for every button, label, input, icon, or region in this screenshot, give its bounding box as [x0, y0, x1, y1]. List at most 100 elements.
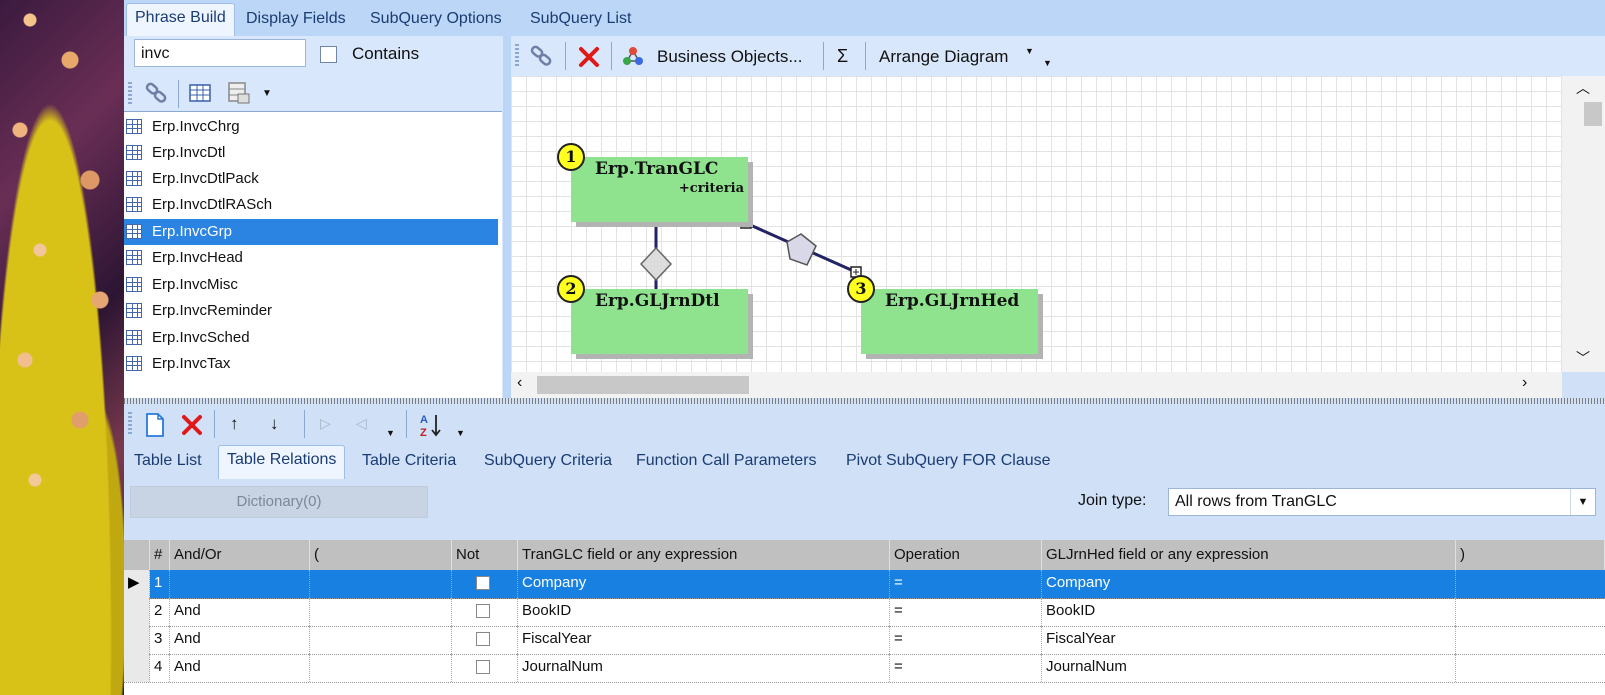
- table-row[interactable]: 3 And FiscalYear = FiscalYear: [124, 626, 1605, 655]
- scroll-up-icon[interactable]: ︿: [1576, 78, 1590, 98]
- operation-cell[interactable]: =: [890, 654, 1042, 682]
- tab-phrase-build[interactable]: Phrase Build: [126, 3, 235, 37]
- indent-right-icon[interactable]: ▷: [320, 415, 331, 432]
- list-item[interactable]: Erp.InvcDtlPack: [124, 166, 498, 192]
- list-item[interactable]: Erp.InvcMisc: [124, 272, 498, 298]
- table-icon: [126, 330, 142, 345]
- tab-subquery-criteria[interactable]: SubQuery Criteria: [476, 448, 620, 476]
- grid-header-num[interactable]: #: [150, 540, 170, 570]
- operation-cell[interactable]: =: [890, 570, 1042, 598]
- diagram-node-trangl[interactable]: Erp.TranGLC +criteria: [571, 157, 748, 222]
- table-row[interactable]: 2 And BookID = BookID: [124, 598, 1605, 627]
- table-row-selected[interactable]: ▶ 1 Company = Company: [124, 570, 1605, 599]
- andor-cell[interactable]: [170, 570, 310, 598]
- link-icon[interactable]: [529, 43, 555, 69]
- tab-table-list[interactable]: Table List: [126, 448, 210, 476]
- scroll-left-icon[interactable]: ‹: [517, 374, 522, 392]
- not-checkbox[interactable]: [476, 660, 490, 674]
- list-item[interactable]: Erp.InvcChrg: [124, 114, 498, 140]
- dictionary-button[interactable]: Dictionary(0): [130, 486, 428, 518]
- sigma-button[interactable]: Σ: [837, 46, 848, 67]
- join-type-select[interactable]: All rows from TranGLC ▼: [1168, 488, 1596, 516]
- indent-left-icon[interactable]: ◁: [356, 415, 367, 432]
- open-paren-cell[interactable]: [310, 570, 452, 598]
- scroll-right-icon[interactable]: ›: [1522, 374, 1527, 392]
- panel-splitter[interactable]: [503, 36, 511, 402]
- list-item[interactable]: Erp.InvcDtl: [124, 140, 498, 166]
- tab-display-fields[interactable]: Display Fields: [238, 6, 354, 34]
- left-field-cell[interactable]: FiscalYear: [518, 626, 890, 654]
- sort-az-icon[interactable]: A Z: [418, 412, 446, 438]
- not-checkbox[interactable]: [476, 604, 490, 618]
- operation-cell[interactable]: =: [890, 598, 1042, 626]
- grid-header-andor[interactable]: And/Or: [170, 540, 310, 570]
- open-paren-cell[interactable]: [310, 598, 452, 626]
- link-icon[interactable]: [144, 80, 170, 106]
- left-field-cell[interactable]: Company: [518, 570, 890, 598]
- chevron-down-icon[interactable]: ▼: [262, 88, 272, 99]
- caret-down-icon[interactable]: ▼: [1025, 46, 1034, 56]
- list-item[interactable]: Erp.InvcTax: [124, 351, 498, 377]
- query-diagram-canvas[interactable]: Erp.TranGLC +criteria 1 Erp.GLJrnDtl 2 E…: [511, 76, 1562, 372]
- chevron-down-icon[interactable]: ▼: [1043, 58, 1052, 68]
- tab-function-call-parameters[interactable]: Function Call Parameters: [628, 448, 825, 476]
- scroll-down-icon[interactable]: ﹀: [1576, 348, 1590, 368]
- right-field-cell[interactable]: BookID: [1042, 598, 1456, 626]
- table-grid-icon[interactable]: [188, 82, 212, 104]
- right-field-cell[interactable]: FiscalYear: [1042, 626, 1456, 654]
- move-up-icon[interactable]: ↑: [230, 414, 239, 434]
- list-item[interactable]: Erp.InvcHead: [124, 245, 498, 271]
- list-item[interactable]: Erp.InvcDtlRASch: [124, 192, 498, 218]
- close-paren-cell[interactable]: [1456, 570, 1605, 598]
- operation-cell[interactable]: =: [890, 626, 1042, 654]
- not-checkbox[interactable]: [476, 576, 490, 590]
- new-document-icon[interactable]: [144, 412, 166, 438]
- left-field-cell[interactable]: JournalNum: [518, 654, 890, 682]
- list-item[interactable]: Erp.InvcReminder: [124, 298, 498, 324]
- tab-table-criteria[interactable]: Table Criteria: [354, 448, 464, 476]
- horizontal-scrollbar[interactable]: ‹ ›: [511, 372, 1562, 398]
- dropdown-arrow-icon[interactable]: ▼: [1570, 489, 1595, 515]
- move-down-icon[interactable]: ↓: [270, 414, 279, 434]
- business-objects-icon[interactable]: [621, 45, 645, 69]
- left-field-cell[interactable]: BookID: [518, 598, 890, 626]
- tab-pivot-subquery-for-clause[interactable]: Pivot SubQuery FOR Clause: [838, 448, 1059, 476]
- open-paren-cell[interactable]: [310, 626, 452, 654]
- grid-header-not[interactable]: Not: [452, 540, 518, 570]
- list-item-selected[interactable]: Erp.InvcGrp: [124, 219, 498, 245]
- tab-subquery-options[interactable]: SubQuery Options: [362, 6, 510, 34]
- chevron-down-icon[interactable]: ▼: [386, 428, 395, 438]
- vertical-scrollbar[interactable]: ︿ ﹀: [1562, 76, 1605, 372]
- andor-cell[interactable]: And: [170, 626, 310, 654]
- grid-header-left-field[interactable]: TranGLC field or any expression: [518, 540, 890, 570]
- business-objects-button[interactable]: Business Objects...: [657, 47, 803, 67]
- close-paren-cell[interactable]: [1456, 598, 1605, 626]
- close-paren-cell[interactable]: [1456, 654, 1605, 682]
- grid-header-close-paren[interactable]: ): [1456, 540, 1605, 570]
- arrange-diagram-button[interactable]: Arrange Diagram: [879, 47, 1008, 67]
- table-row[interactable]: 4 And JournalNum = JournalNum: [124, 654, 1605, 683]
- table-export-icon[interactable]: [226, 80, 254, 106]
- scroll-thumb[interactable]: [537, 376, 749, 394]
- contains-checkbox[interactable]: [320, 46, 337, 63]
- open-paren-cell[interactable]: [310, 654, 452, 682]
- tab-table-relations[interactable]: Table Relations: [218, 445, 346, 479]
- not-checkbox[interactable]: [476, 632, 490, 646]
- diagram-node-gljrnhed[interactable]: Erp.GLJrnHed: [861, 289, 1038, 354]
- scroll-thumb[interactable]: [1584, 102, 1602, 126]
- diagram-node-gljrndtl[interactable]: Erp.GLJrnDtl: [571, 289, 748, 354]
- delete-icon[interactable]: [577, 45, 601, 69]
- close-paren-cell[interactable]: [1456, 626, 1605, 654]
- tab-subquery-list[interactable]: SubQuery List: [522, 6, 639, 34]
- andor-cell[interactable]: And: [170, 598, 310, 626]
- right-field-cell[interactable]: Company: [1042, 570, 1456, 598]
- chevron-down-icon[interactable]: ▼: [456, 428, 465, 438]
- right-field-cell[interactable]: JournalNum: [1042, 654, 1456, 682]
- grid-header-right-field[interactable]: GLJrnHed field or any expression: [1042, 540, 1456, 570]
- andor-cell[interactable]: And: [170, 654, 310, 682]
- list-item[interactable]: Erp.InvcSched: [124, 325, 498, 351]
- table-search-input[interactable]: invc: [134, 39, 306, 67]
- grid-header-open-paren[interactable]: (: [310, 540, 452, 570]
- grid-header-operation[interactable]: Operation: [890, 540, 1042, 570]
- delete-icon[interactable]: [180, 413, 204, 437]
